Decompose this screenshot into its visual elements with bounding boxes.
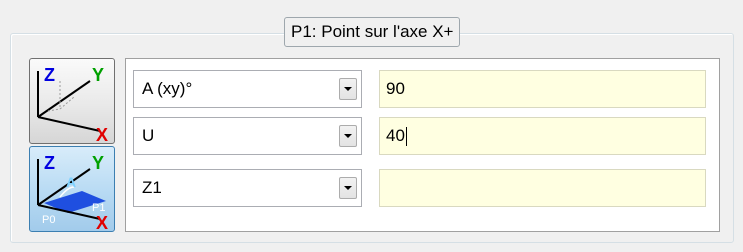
- axes-view-button[interactable]: Z Y X: [29, 58, 115, 145]
- angle-a-label: A: [66, 174, 76, 190]
- dropdown-arrow-icon[interactable]: [339, 125, 357, 147]
- axis-z-label: Z: [44, 153, 55, 173]
- param-select-3[interactable]: Z1: [133, 169, 362, 207]
- value-field-2-text: 40: [386, 126, 405, 145]
- p0-label: P0: [42, 214, 55, 226]
- param-select-3-value: Z1: [142, 178, 162, 197]
- plane-angle-button[interactable]: A P0 P1 Z Y X: [29, 146, 115, 233]
- value-field-2[interactable]: 40: [379, 117, 706, 155]
- dropdown-arrow-icon[interactable]: [339, 78, 357, 100]
- axis-y-label: Y: [92, 153, 104, 173]
- axis-z-label: Z: [44, 65, 55, 85]
- text-caret: [405, 127, 407, 147]
- xyz-axes-icon: Z Y X: [37, 65, 108, 145]
- value-field-1[interactable]: 90: [379, 70, 706, 108]
- param-select-2[interactable]: U: [133, 117, 362, 155]
- param-select-2-value: U: [142, 126, 155, 145]
- axis-x-label: X: [96, 125, 108, 145]
- dropdown-arrow-icon[interactable]: [339, 177, 357, 199]
- axis-x-label: X: [96, 213, 108, 233]
- param-select-1[interactable]: A (xy)°: [133, 70, 362, 108]
- value-field-1-text: 90: [386, 79, 405, 98]
- value-field-2-text-wrap: 40: [386, 118, 407, 154]
- axis-y-label: Y: [92, 65, 104, 85]
- value-field-3[interactable]: [379, 169, 706, 207]
- param-select-1-value: A (xy)°: [142, 79, 193, 98]
- dialog-frame: P1: Point sur l'axe X+ Z Y X A P0 P1 Z Y: [0, 0, 743, 252]
- group-title: P1: Point sur l'axe X+: [284, 17, 461, 47]
- xy-plane-angle-icon: A P0 P1 Z Y X: [37, 153, 108, 233]
